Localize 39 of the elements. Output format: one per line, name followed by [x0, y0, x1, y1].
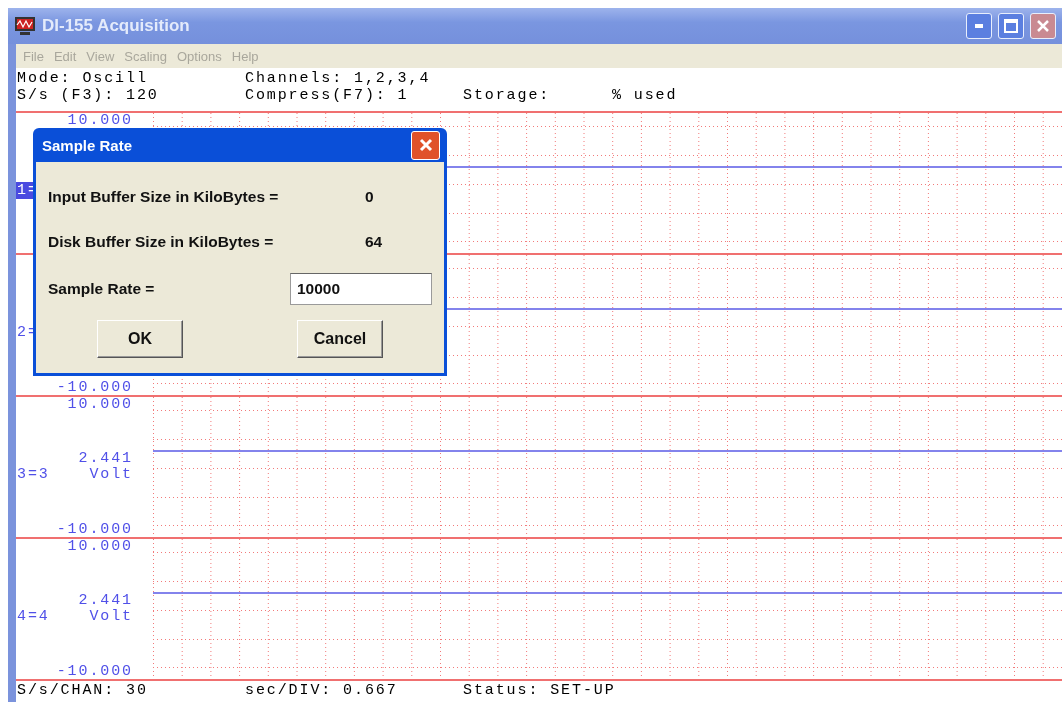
info-text: Storage: — [463, 87, 552, 104]
close-button[interactable] — [1030, 13, 1056, 39]
cancel-button[interactable]: Cancel — [297, 320, 383, 358]
maximize-button[interactable] — [998, 13, 1024, 39]
minimize-icon — [975, 24, 983, 28]
info-text: Channels: 1,2,3,4 — [245, 70, 432, 87]
info-text: % used — [612, 87, 679, 104]
scale-max: 10.000 — [67, 397, 133, 412]
close-icon — [417, 137, 434, 153]
scale-max: 10.000 — [67, 113, 133, 128]
scale-min: -10.000 — [56, 664, 133, 679]
field-label: Sample Rate = — [48, 280, 155, 298]
status-text: Status: SET-UP — [463, 681, 617, 700]
scale-max: 10.000 — [67, 539, 133, 554]
channel-unit: Volt — [89, 466, 133, 483]
field-value: 64 — [365, 232, 384, 251]
minimize-button[interactable] — [966, 13, 992, 39]
status-text: sec/DIV: 0.667 — [245, 681, 399, 700]
channel-reading: 2.441 — [78, 593, 133, 608]
scale-min: -10.000 — [56, 522, 133, 537]
field-value: 0 — [365, 187, 375, 206]
info-text: Compress(F7): 1 — [245, 87, 410, 104]
close-icon — [1036, 19, 1050, 33]
monitor-icon — [14, 16, 36, 36]
status-text: S/s/CHAN: 30 — [17, 681, 149, 700]
info-text: S/s (F3): 120 — [17, 87, 160, 104]
info-text: Mode: Oscill — [17, 70, 149, 87]
dialog-title: Sample Rate — [42, 136, 133, 154]
field-label: Input Buffer Size in KiloBytes = — [48, 187, 280, 206]
channel-label[interactable]: 4=4 — [16, 608, 50, 625]
sample-rate-field[interactable]: 10000 — [290, 273, 432, 305]
scale-min: -10.000 — [56, 380, 133, 395]
channel-label[interactable]: 3=3 — [16, 466, 50, 483]
field-label: Disk Buffer Size in KiloBytes = — [48, 232, 275, 251]
ok-button[interactable]: OK — [97, 320, 183, 358]
channel-reading: 2.441 — [78, 451, 133, 466]
channel-unit: Volt — [89, 608, 133, 625]
maximize-icon — [1004, 19, 1018, 33]
window-title: DI-155 Acquisition — [42, 16, 191, 36]
